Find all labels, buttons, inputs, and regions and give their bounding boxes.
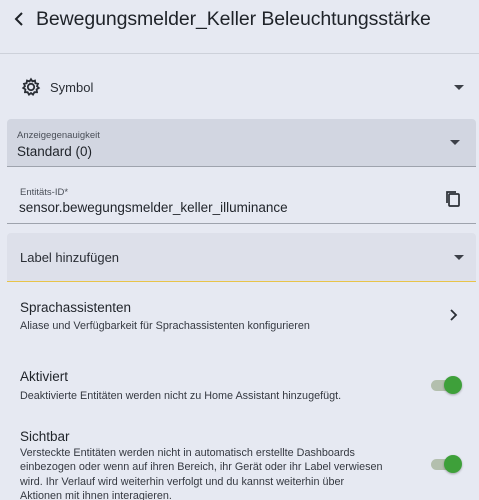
back-button[interactable] (2, 0, 36, 38)
visible-description-line: Versteckte Entitäten werden nicht in aut… (20, 447, 355, 459)
top-bar: Bewegungsmelder_Keller Beleuchtungsstärk… (0, 0, 479, 38)
display-precision-label: Anzeigegenauigkeit (17, 130, 100, 141)
page-title: Bewegungsmelder_Keller Beleuchtungsstärk… (36, 7, 431, 30)
chevron-right-icon[interactable] (448, 308, 460, 322)
labels-placeholder: Label hinzufügen (20, 250, 120, 265)
chevron-down-icon[interactable] (454, 85, 464, 90)
entity-id-input[interactable]: sensor.bewegungsmelder_keller_illuminanc… (19, 200, 288, 215)
voice-assistants-description: Aliase und Verfügbarkeit für Sprachassis… (20, 320, 310, 332)
visible-description-line: einbezogen oder wenn auf ihren Bereich, … (20, 461, 383, 474)
switch-thumb (444, 376, 462, 394)
gear-icon (20, 76, 42, 98)
display-precision-value: Standard (0) (17, 144, 93, 159)
chevron-down-icon (450, 140, 460, 145)
divider (0, 53, 479, 54)
voice-assistants-row[interactable]: Sprachassistenten Aliase und Verfügbarke… (20, 300, 470, 340)
visible-title: Sichtbar (20, 429, 70, 444)
labels-select[interactable]: Label hinzufügen (7, 233, 476, 282)
chevron-left-icon (14, 12, 23, 26)
switch-thumb (444, 455, 462, 473)
display-precision-select[interactable]: Anzeigegenauigkeit Standard (0) (7, 119, 476, 167)
chevron-down-icon (454, 255, 464, 260)
visible-description-line: wird. Ihr Verlauf wird weiterhin verfolg… (20, 475, 345, 488)
enabled-title: Aktiviert (20, 369, 69, 384)
icon-picker-label: Symbol (50, 79, 94, 95)
copy-icon (446, 191, 460, 207)
visible-description-line: Aktionen mit ihnen interagieren. (20, 489, 172, 500)
enabled-description: Deaktivierte Entitäten werden nicht zu H… (20, 390, 342, 402)
entity-id-label: Entitäts-ID* (20, 187, 69, 198)
visible-description: Versteckte Entitäten werden nicht in aut… (20, 446, 425, 500)
copy-button[interactable] (443, 189, 463, 209)
icon-picker[interactable]: Symbol (8, 66, 476, 108)
enabled-switch[interactable] (429, 375, 465, 395)
voice-assistants-title: Sprachassistenten (20, 300, 132, 315)
visible-switch[interactable] (429, 454, 465, 474)
entity-id-field[interactable]: Entitäts-ID* sensor.bewegungsmelder_kell… (7, 174, 476, 224)
